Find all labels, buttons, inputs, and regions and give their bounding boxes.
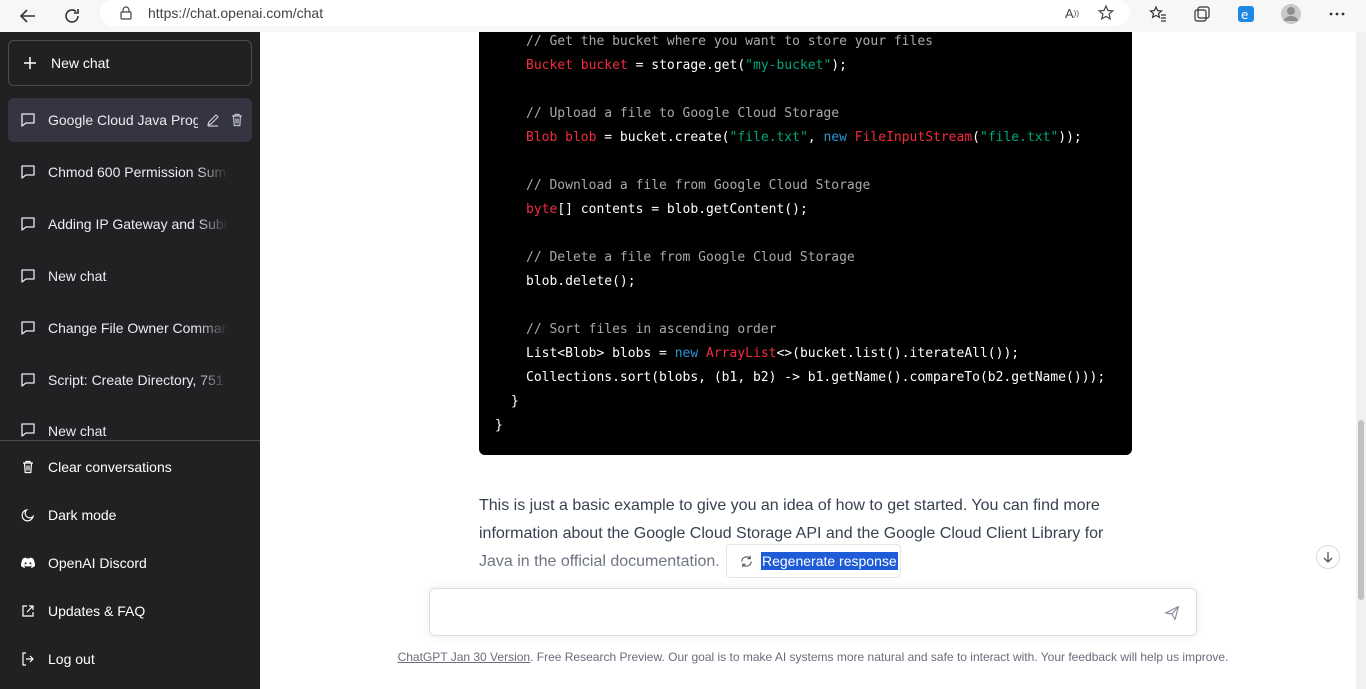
- conversation-title: New chat: [48, 268, 107, 284]
- discord-icon: [20, 555, 36, 571]
- regenerate-icon: [739, 554, 753, 568]
- conversation-item[interactable]: New chat: [8, 410, 252, 440]
- footer-text: . Free Research Preview. Our goal is to …: [530, 650, 1229, 664]
- conversation-title: Change File Owner Command: [48, 320, 228, 336]
- chat-bubble-icon: [20, 320, 36, 336]
- sidebar: New chat Google Cloud Java Programming C…: [0, 32, 260, 689]
- regenerate-response-button[interactable]: Regenerate response: [726, 544, 901, 578]
- conversation-item[interactable]: New chat: [8, 254, 252, 298]
- scrollbar-thumb[interactable]: [1358, 420, 1364, 600]
- updates-faq-label: Updates & FAQ: [48, 603, 146, 619]
- regenerate-response-label: Regenerate response: [761, 552, 898, 570]
- code-block: // Get the bucket where you want to stor…: [479, 32, 1132, 455]
- page-scrollbar[interactable]: [1356, 32, 1366, 689]
- url-text[interactable]: https://chat.openai.com/chat: [148, 5, 323, 21]
- new-chat-button[interactable]: New chat: [8, 40, 252, 86]
- conversation-title: Google Cloud Java Programming: [48, 112, 198, 128]
- message-input[interactable]: [444, 599, 1144, 627]
- external-link-icon: [20, 603, 36, 619]
- dark-mode-button[interactable]: Dark mode: [8, 493, 252, 537]
- code-line: byte[] contents = blob.getContent();: [526, 202, 808, 217]
- svg-text:e: e: [1241, 8, 1248, 22]
- discord-link[interactable]: OpenAI Discord: [8, 541, 252, 585]
- code-line: blob.delete();: [526, 274, 636, 289]
- browser-toolbar: https://chat.openai.com/chat A)) e: [0, 0, 1366, 32]
- moon-icon: [20, 507, 36, 523]
- code-line: Collections.sort(blobs, (b1, b2) -> b1.g…: [526, 370, 1106, 385]
- code-line: // Download a file from Google Cloud Sto…: [526, 178, 871, 193]
- conversation-title: Chmod 600 Permission Summary: [48, 164, 228, 180]
- conversation-item-active[interactable]: Google Cloud Java Programming: [8, 98, 252, 142]
- conversation-item[interactable]: Script: Create Directory, 751 Permission…: [8, 358, 252, 402]
- code-line: // Get the bucket where you want to stor…: [526, 34, 933, 49]
- version-link[interactable]: ChatGPT Jan 30 Version: [398, 650, 531, 664]
- log-out-label: Log out: [48, 651, 95, 667]
- code-line: Bucket bucket = storage.get("my-bucket")…: [526, 58, 847, 73]
- trash-icon: [20, 459, 36, 475]
- collections-icon[interactable]: [1191, 3, 1213, 25]
- new-chat-label: New chat: [51, 55, 110, 71]
- chat-bubble-icon: [20, 268, 36, 284]
- code-line: }: [511, 394, 519, 409]
- chat-main: // Get the bucket where you want to stor…: [260, 32, 1366, 689]
- clear-conversations-button[interactable]: Clear conversations: [8, 445, 252, 489]
- back-arrow-icon[interactable]: [16, 4, 40, 28]
- clear-conversations-label: Clear conversations: [48, 459, 172, 475]
- send-icon[interactable]: [1162, 603, 1182, 623]
- read-aloud-icon[interactable]: A)): [1062, 3, 1082, 23]
- trash-icon[interactable]: [228, 111, 246, 129]
- conversation-item[interactable]: Adding IP Gateway and Subnet: [8, 202, 252, 246]
- favorites-icon[interactable]: [1147, 3, 1169, 25]
- conversation-title: Adding IP Gateway and Subnet: [48, 216, 228, 232]
- address-bar[interactable]: https://chat.openai.com/chat: [100, 0, 1130, 26]
- code-line: }: [495, 418, 503, 433]
- conversation-title: Script: Create Directory, 751 Permission…: [48, 372, 228, 388]
- edit-pencil-icon[interactable]: [204, 111, 222, 129]
- conversation-item[interactable]: Chmod 600 Permission Summary: [8, 150, 252, 194]
- chat-bubble-icon: [20, 112, 36, 128]
- updates-faq-link[interactable]: Updates & FAQ: [8, 589, 252, 633]
- code-line: // Sort files in ascending order: [526, 322, 777, 337]
- more-options-icon[interactable]: [1326, 3, 1348, 25]
- conversation-item[interactable]: Change File Owner Command: [8, 306, 252, 350]
- chat-bubble-icon: [20, 372, 36, 388]
- code-line: // Delete a file from Google Cloud Stora…: [526, 250, 855, 265]
- message-input-box[interactable]: [429, 588, 1197, 636]
- code-line: Blob blob = bucket.create("file.txt", ne…: [526, 130, 1082, 145]
- lock-icon[interactable]: [118, 5, 134, 21]
- chat-bubble-icon: [20, 164, 36, 180]
- code-line: // Upload a file to Google Cloud Storage: [526, 106, 840, 121]
- dark-mode-label: Dark mode: [48, 507, 117, 523]
- logout-icon: [20, 651, 36, 667]
- conversation-title: New chat: [48, 423, 107, 439]
- footer: ChatGPT Jan 30 Version. Free Research Pr…: [260, 650, 1366, 664]
- add-favorite-icon[interactable]: [1096, 3, 1116, 23]
- log-out-button[interactable]: Log out: [8, 637, 252, 681]
- sidebar-divider: [0, 440, 260, 441]
- chat-bubble-icon: [20, 422, 36, 438]
- profile-avatar-icon[interactable]: [1280, 3, 1302, 25]
- refresh-icon[interactable]: [60, 4, 84, 28]
- plus-icon: [23, 56, 37, 70]
- scroll-down-button[interactable]: [1316, 545, 1340, 569]
- discord-label: OpenAI Discord: [48, 555, 147, 571]
- edge-extension-icon[interactable]: e: [1235, 3, 1257, 25]
- code-line: List<Blob> blobs = new ArrayList<>(bucke…: [526, 346, 1020, 361]
- chat-bubble-icon: [20, 216, 36, 232]
